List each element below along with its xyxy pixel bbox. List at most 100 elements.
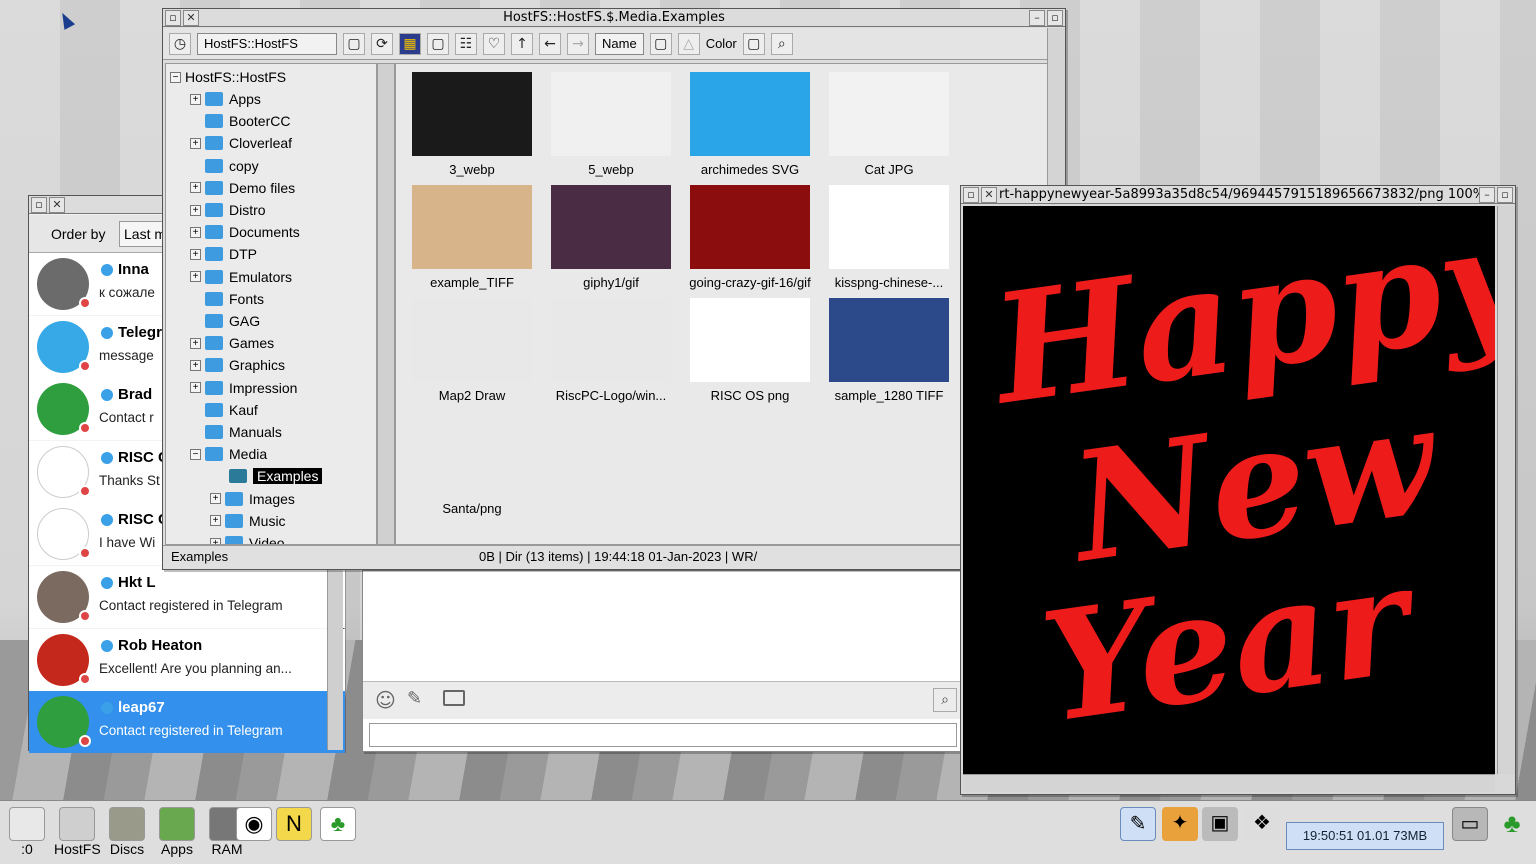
clock-memory-readout[interactable]: 19:50:51 01.01 73MB [1286,822,1444,850]
tree-item[interactable]: Manuals [190,421,282,443]
search-icon[interactable]: ⌕ [933,688,957,712]
tree-item[interactable]: +Impression [190,377,297,399]
tree-item[interactable]: +Graphics [190,354,285,376]
tree-item[interactable]: Kauf [190,399,258,421]
tree-item[interactable]: +Music [210,510,286,532]
message-input[interactable] [369,723,957,747]
writer-icon[interactable]: N [276,807,312,841]
expand-icon[interactable]: + [190,338,201,349]
file-icon[interactable]: 5_webp [541,72,681,177]
viewer-horizontal-scrollbar[interactable] [963,774,1495,792]
iconbar-device[interactable]: HostFS [54,807,100,857]
chat-list-item[interactable]: Hkt LContact registered in Telegram [29,566,345,628]
expand-icon[interactable]: + [190,382,201,393]
expand-icon[interactable]: + [190,138,201,149]
tree-item[interactable]: BooterCC [190,110,290,132]
iconbar-device[interactable]: :0 [4,807,50,857]
copy-icon[interactable]: ▢ [427,33,449,55]
tree-item[interactable]: +Games [190,332,274,354]
tree-root[interactable]: − HostFS::HostFS [170,66,286,88]
print-icon[interactable]: ❖ [1244,807,1280,841]
back-icon[interactable]: ▫ [165,10,181,26]
path-field[interactable]: HostFS::HostFS [197,33,337,55]
tree-item[interactable]: +Demo files [190,177,295,199]
iconbar-device[interactable]: Apps [154,807,200,857]
iconise-icon[interactable]: – [1479,187,1495,203]
tree-item[interactable]: GAG [190,310,260,332]
viewer-vertical-scrollbar[interactable] [1497,206,1515,774]
file-icon[interactable]: archimedes SVG [680,72,820,177]
attach-icon[interactable]: ✎ [407,688,422,709]
file-icon[interactable]: Cat JPG [819,72,959,177]
back-arrow-icon[interactable]: ← [539,33,561,55]
tree-item[interactable]: copy [190,155,259,177]
file-icon[interactable]: RiscPC-Logo/win... [541,298,681,403]
back-icon[interactable]: ▫ [31,197,47,213]
screen-icon[interactable] [443,690,465,706]
expand-icon[interactable]: + [210,538,221,546]
tree-scrollbar[interactable] [377,63,395,545]
toggle-size-icon[interactable]: ▫ [1497,187,1513,203]
tree-item[interactable]: +Video [210,532,285,545]
expand-icon[interactable]: + [210,515,221,526]
back-icon[interactable]: ▫ [963,187,979,203]
history-icon[interactable]: ◷ [169,33,191,55]
refresh-icon[interactable]: ⟳ [371,33,393,55]
iconbar-device[interactable]: Discs [104,807,150,857]
iconise-icon[interactable]: – [1029,10,1045,26]
file-icon[interactable]: giphy1/gif [541,185,681,290]
viewer-title-bar[interactable]: rt-happynewyear-5a8993a35d8c54/969445791… [961,186,1515,204]
monitor-icon[interactable]: ▭ [1452,807,1488,841]
sort-menu-icon[interactable]: ▢ [650,33,672,55]
forward-arrow-icon[interactable]: → [567,33,589,55]
cloverleaf-icon[interactable]: ♣ [320,807,356,841]
tree-item[interactable]: Examples [214,465,322,487]
sort-by-field[interactable]: Name [595,33,644,55]
task-manager-icon[interactable]: ♣ [1494,807,1530,841]
copy-icon[interactable]: ▢ [343,33,365,55]
chat-list-item[interactable]: Rob HeatonExcellent! Are you planning an… [29,629,345,691]
file-icon[interactable]: Santa/png [402,411,542,516]
eye-icon[interactable]: ◉ [236,807,272,841]
tree-item[interactable]: −Media [190,443,267,465]
tree-item[interactable]: +Apps [190,88,261,110]
close-icon[interactable]: ✕ [183,10,199,26]
sort-direction-icon[interactable]: △ [678,33,700,55]
tree-item[interactable]: Fonts [190,288,264,310]
file-icon[interactable]: example_TIFF [402,185,542,290]
view-mode-icon[interactable]: ▦ [399,33,421,55]
tree-item[interactable]: +Cloverleaf [190,132,292,154]
parent-dir-icon[interactable]: ↑ [511,33,533,55]
filer-title-bar[interactable]: HostFS::HostFS.$.Media.Examples [163,9,1065,27]
tree-item[interactable]: +Images [210,488,295,510]
expand-icon[interactable]: + [190,205,201,216]
search-icon[interactable]: ⌕ [771,33,793,55]
file-icon[interactable]: RISC OS png [680,298,820,403]
display-manager-icon[interactable]: ▣ [1202,807,1238,841]
file-icon[interactable]: kisspng-chinese-... [819,185,959,290]
expand-icon[interactable]: + [190,227,201,238]
file-icon[interactable]: sample_1280 TIFF [819,298,959,403]
toggle-size-icon[interactable]: ▫ [1047,10,1063,26]
palette-icon[interactable]: ✦ [1162,807,1198,841]
expand-icon[interactable]: − [190,449,201,460]
close-icon[interactable]: ✕ [981,187,997,203]
tree-item[interactable]: +Distro [190,199,266,221]
expand-icon[interactable]: + [190,249,201,260]
close-icon[interactable]: ✕ [49,197,65,213]
favourite-icon[interactable]: ♡ [483,33,505,55]
expand-icon[interactable]: + [190,182,201,193]
collapse-icon[interactable]: − [170,72,181,83]
expand-icon[interactable]: + [190,360,201,371]
expand-icon[interactable]: + [190,94,201,105]
file-icon[interactable]: going-crazy-gif-16/gif [680,185,820,290]
tree-item[interactable]: +Documents [190,221,300,243]
file-icon[interactable]: Map2 Draw [402,298,542,403]
expand-icon[interactable]: + [210,493,221,504]
tree-view-icon[interactable]: ☷ [455,33,477,55]
file-icon[interactable]: 3_webp [402,72,542,177]
color-menu-icon[interactable]: ▢ [743,33,765,55]
expand-icon[interactable]: + [190,271,201,282]
tree-item[interactable]: +DTP [190,243,257,265]
paint-icon[interactable]: ✎ [1120,807,1156,841]
